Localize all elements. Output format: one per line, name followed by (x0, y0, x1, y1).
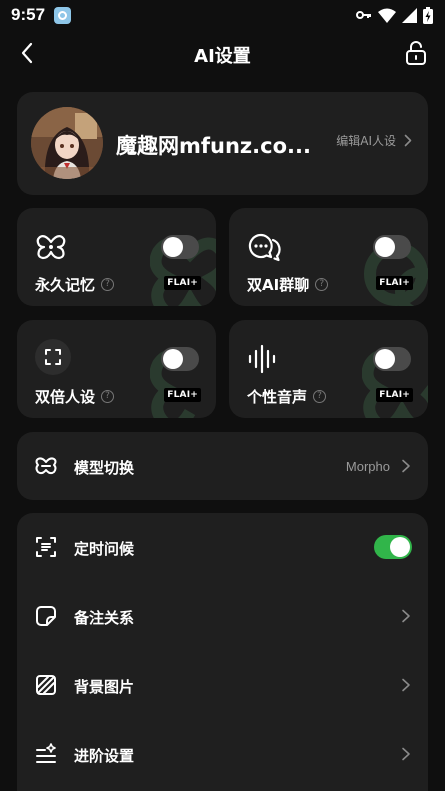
custom-voice-toggle[interactable] (373, 347, 411, 371)
chat-bubbles-icon (247, 230, 287, 264)
sound-wave-icon (247, 342, 287, 376)
feature-label: 双倍人设 ? (35, 386, 115, 407)
avatar[interactable] (31, 107, 103, 179)
dual-ai-chat-label: 双AI群聊 (247, 276, 310, 294)
help-icon[interactable]: ? (315, 278, 329, 291)
settings-list: 定时问候 备注关系 背景图片 进阶设置 (17, 513, 428, 791)
toggle-knob (375, 237, 395, 257)
custom-voice-label: 个性音声 (247, 388, 308, 406)
unlock-icon (406, 41, 426, 65)
status-bar: 9:57 (0, 0, 445, 30)
note-relation-row[interactable]: 备注关系 (17, 582, 428, 650)
background-image-row[interactable]: 背景图片 (17, 651, 428, 719)
feature-label: 永久记忆 ? (35, 274, 115, 295)
advanced-settings-row[interactable]: 进阶设置 (17, 720, 428, 788)
feature-card-custom-voice: 个性音声 ? FLAI+ (229, 320, 428, 418)
background-image-label: 背景图片 (74, 678, 135, 696)
feature-card-dual-ai-chat: 双AI群聊 ? FLAI+ (229, 208, 428, 306)
edit-persona-link[interactable]: 编辑AI人设 (336, 132, 412, 149)
scheduled-greeting-toggle[interactable] (374, 535, 412, 559)
flai-plus-badge: FLAI+ (376, 388, 413, 402)
header: AI设置 (0, 30, 445, 76)
permanent-memory-toggle[interactable] (161, 235, 199, 259)
chevron-right-icon (402, 678, 410, 692)
key-icon (356, 11, 371, 19)
flai-plus-badge: FLAI+ (164, 276, 201, 290)
help-icon[interactable]: ? (313, 390, 327, 403)
battery-charging-icon (423, 6, 433, 24)
lock-button[interactable] (401, 38, 431, 68)
background-image-icon (35, 674, 57, 696)
status-icons (356, 6, 433, 24)
app-notification-icon (54, 7, 71, 24)
note-icon (35, 605, 57, 627)
page-title: AI设置 (194, 46, 251, 67)
flai-plus-badge: FLAI+ (164, 388, 201, 402)
butterfly-loop-icon (35, 230, 75, 264)
wifi-icon (378, 8, 396, 23)
toggle-knob (390, 537, 410, 557)
toggle-knob (163, 349, 183, 369)
model-switch-icon (35, 455, 57, 477)
feature-card-double-persona: 双倍人设 ? FLAI+ (17, 320, 216, 418)
chevron-right-icon (402, 609, 410, 623)
expand-icon (35, 339, 75, 376)
double-persona-label: 双倍人设 (35, 388, 96, 406)
toggle-knob (375, 349, 395, 369)
chevron-right-icon (402, 459, 410, 473)
profile-card[interactable]: 魔趣网mfunz.co... 编辑AI人设 (17, 92, 428, 195)
scheduled-greeting-label: 定时问候 (74, 540, 135, 558)
chevron-right-icon (402, 747, 410, 761)
toggle-knob (163, 237, 183, 257)
feature-label: 双AI群聊 ? (247, 274, 329, 295)
flai-plus-badge: FLAI+ (376, 276, 413, 290)
scheduled-greeting-icon (35, 536, 57, 558)
help-icon[interactable]: ? (101, 278, 115, 291)
feature-label: 个性音声 ? (247, 386, 327, 407)
signal-icon (402, 7, 417, 23)
feature-card-permanent-memory: 永久记忆 ? FLAI+ (17, 208, 216, 306)
anime-girl-avatar (31, 107, 103, 179)
model-switch-value: Morpho (345, 459, 390, 474)
edit-persona-label: 编辑AI人设 (336, 134, 396, 148)
note-relation-label: 备注关系 (74, 609, 135, 627)
advanced-settings-label: 进阶设置 (74, 747, 135, 765)
chevron-right-icon (404, 134, 412, 147)
status-time: 9:57 (11, 5, 46, 24)
dual-ai-chat-toggle[interactable] (373, 235, 411, 259)
scheduled-greeting-row[interactable]: 定时问候 (17, 513, 428, 581)
double-persona-toggle[interactable] (161, 347, 199, 371)
advanced-settings-icon (35, 743, 57, 765)
permanent-memory-label: 永久记忆 (35, 276, 96, 294)
model-switch-label: 模型切换 (74, 459, 135, 477)
ai-name: 魔趣网mfunz.co... (116, 134, 311, 158)
help-icon[interactable]: ? (101, 390, 115, 403)
model-switch-row[interactable]: 模型切换 Morpho (17, 432, 428, 500)
